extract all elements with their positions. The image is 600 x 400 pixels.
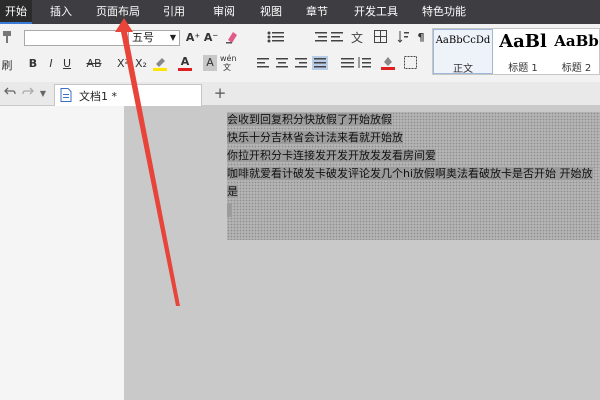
annotation-arrow: [115, 18, 180, 306]
